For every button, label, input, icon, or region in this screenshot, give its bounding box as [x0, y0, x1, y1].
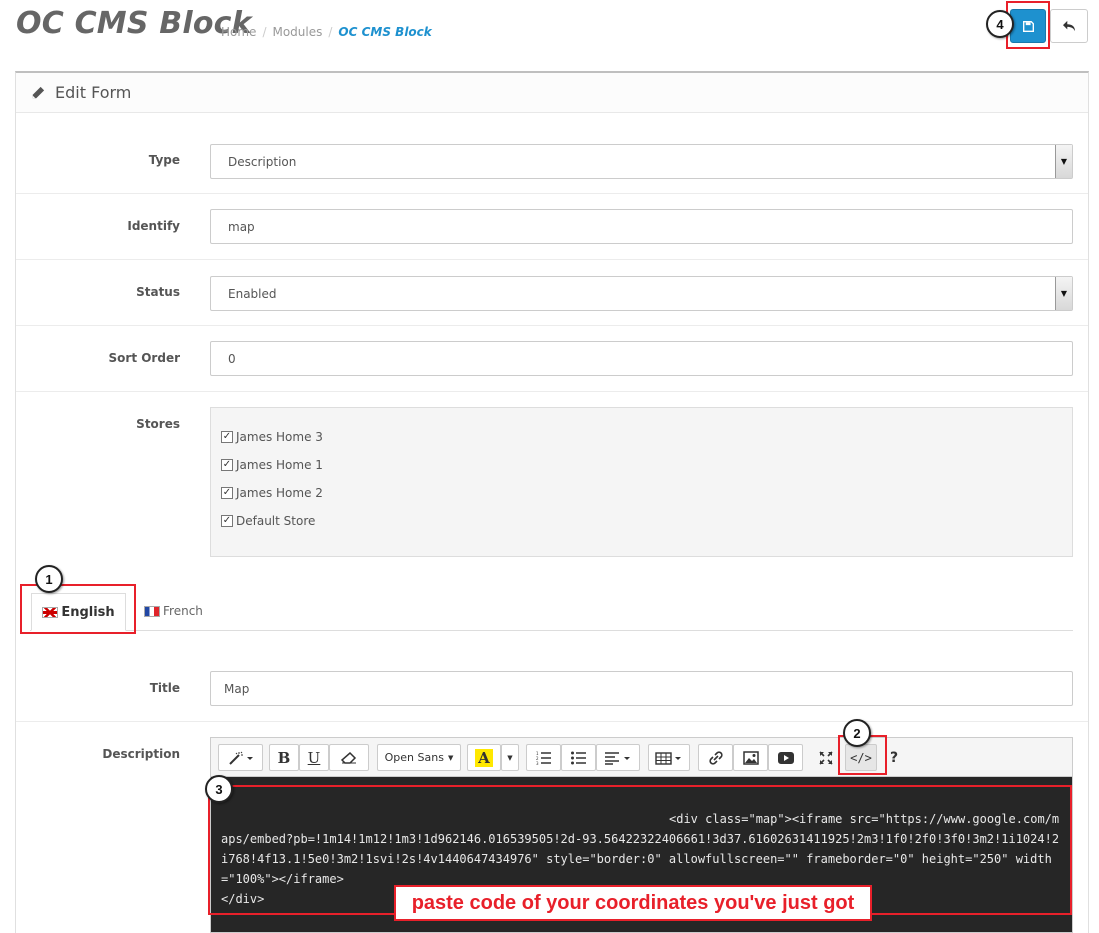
fullscreen-icon: [819, 750, 833, 765]
row-divider: [16, 259, 1088, 260]
magic-wand-icon: [228, 751, 253, 765]
panel-heading-text: Edit Form: [55, 83, 132, 102]
video-button[interactable]: [768, 744, 803, 771]
caret-down-icon: ▼: [507, 753, 513, 762]
reply-arrow-icon: [1063, 20, 1075, 32]
store-checkbox-row[interactable]: ✓ James Home 3: [221, 430, 323, 444]
style-button[interactable]: [218, 744, 263, 771]
row-divider: [16, 325, 1088, 326]
checkbox-checked-icon[interactable]: ✓: [221, 515, 233, 527]
video-play-icon: [777, 751, 794, 764]
breadcrumb-current[interactable]: OC CMS Block: [338, 25, 431, 39]
tab-french[interactable]: French: [144, 604, 203, 618]
font-family-value: Open Sans: [384, 751, 444, 764]
table-icon: [655, 751, 681, 765]
pencil-icon: [32, 86, 45, 98]
identify-label: Identify: [127, 219, 180, 233]
breadcrumb-separator: /: [328, 25, 333, 39]
underline-icon: U: [307, 748, 321, 767]
paragraph-align-button[interactable]: [596, 744, 640, 771]
store-checkbox-row[interactable]: ✓ Default Store: [221, 514, 315, 528]
tab-french-label: French: [163, 604, 203, 618]
question-mark-icon: ?: [889, 749, 899, 766]
unordered-list-button[interactable]: [561, 744, 596, 771]
back-button[interactable]: [1050, 9, 1088, 43]
ordered-list-button[interactable]: 123: [526, 744, 561, 771]
description-label: Description: [102, 747, 180, 761]
identify-input[interactable]: map: [210, 209, 1073, 244]
breadcrumb-modules[interactable]: Modules: [272, 25, 322, 39]
title-input[interactable]: Map: [210, 671, 1073, 706]
checkbox-checked-icon[interactable]: ✓: [221, 431, 233, 443]
store-name: James Home 3: [236, 430, 323, 444]
fullscreen-button[interactable]: [814, 744, 838, 771]
svg-text:3: 3: [536, 761, 539, 765]
status-select-value: Enabled: [228, 286, 277, 301]
annotation-marker-2: 2: [843, 719, 871, 747]
annotation-box-english-tab: [20, 584, 136, 634]
annotation-marker-1: 1: [35, 565, 63, 593]
dropdown-arrow-icon: ▼: [1055, 145, 1072, 178]
picture-icon: [742, 750, 759, 765]
title-label: Title: [149, 681, 180, 695]
sort-order-input-value: 0: [228, 351, 236, 366]
type-label: Type: [148, 153, 180, 167]
type-select-value: Description: [228, 154, 297, 169]
table-button[interactable]: [648, 744, 690, 771]
link-button[interactable]: [698, 744, 733, 771]
status-label: Status: [136, 285, 180, 299]
bold-button[interactable]: B: [269, 744, 299, 771]
ordered-list-icon: 123: [536, 751, 551, 765]
panel-heading: Edit Form: [16, 73, 1088, 113]
annotation-marker-4: 4: [986, 10, 1014, 38]
clear-format-button[interactable]: [329, 744, 369, 771]
store-name: James Home 1: [236, 458, 323, 472]
store-name: James Home 2: [236, 486, 323, 500]
picture-button[interactable]: [733, 744, 768, 771]
checkbox-checked-icon[interactable]: ✓: [221, 459, 233, 471]
dropdown-arrow-icon: ▼: [1055, 277, 1072, 310]
identify-input-value: map: [228, 219, 255, 234]
title-input-value: Map: [224, 681, 250, 696]
page-title: OC CMS Block: [16, 6, 252, 41]
row-divider: [16, 721, 1088, 722]
editor-toolbar: B U Open Sans ▼ A ▼ 123 </> ?: [210, 737, 1073, 777]
align-left-icon: [605, 751, 630, 765]
font-color-icon: A: [475, 748, 493, 767]
caret-down-icon: ▼: [447, 753, 454, 762]
annotation-callout: paste code of your coordinates you've ju…: [394, 885, 872, 921]
eraser-icon: [341, 751, 357, 764]
stores-label: Stores: [136, 417, 180, 431]
store-checkbox-row[interactable]: ✓ James Home 1: [221, 458, 323, 472]
text-color-button[interactable]: A: [467, 744, 501, 771]
text-color-dropdown[interactable]: ▼: [501, 744, 519, 771]
checkbox-checked-icon[interactable]: ✓: [221, 487, 233, 499]
tabs-divider: [30, 630, 1073, 631]
font-family-select[interactable]: Open Sans ▼: [377, 744, 461, 771]
breadcrumb-home[interactable]: Home: [221, 25, 256, 39]
store-name: Default Store: [236, 514, 316, 528]
bold-icon: B: [277, 748, 291, 767]
store-checkbox-row[interactable]: ✓ James Home 2: [221, 486, 323, 500]
underline-button[interactable]: U: [299, 744, 329, 771]
stores-list: ✓ James Home 3 ✓ James Home 1 ✓ James Ho…: [210, 407, 1073, 557]
sort-order-label: Sort Order: [108, 351, 180, 365]
row-divider: [16, 391, 1088, 392]
type-select[interactable]: Description ▼: [210, 144, 1073, 179]
sort-order-input[interactable]: 0: [210, 341, 1073, 376]
status-select[interactable]: Enabled ▼: [210, 276, 1073, 311]
link-icon: [708, 750, 723, 765]
annotation-marker-3: 3: [205, 775, 233, 803]
breadcrumb: Home / Modules / OC CMS Block: [221, 25, 432, 39]
france-flag-icon: [144, 605, 160, 617]
row-divider: [16, 193, 1088, 194]
breadcrumb-separator: /: [262, 25, 267, 39]
unordered-list-icon: [570, 751, 586, 764]
